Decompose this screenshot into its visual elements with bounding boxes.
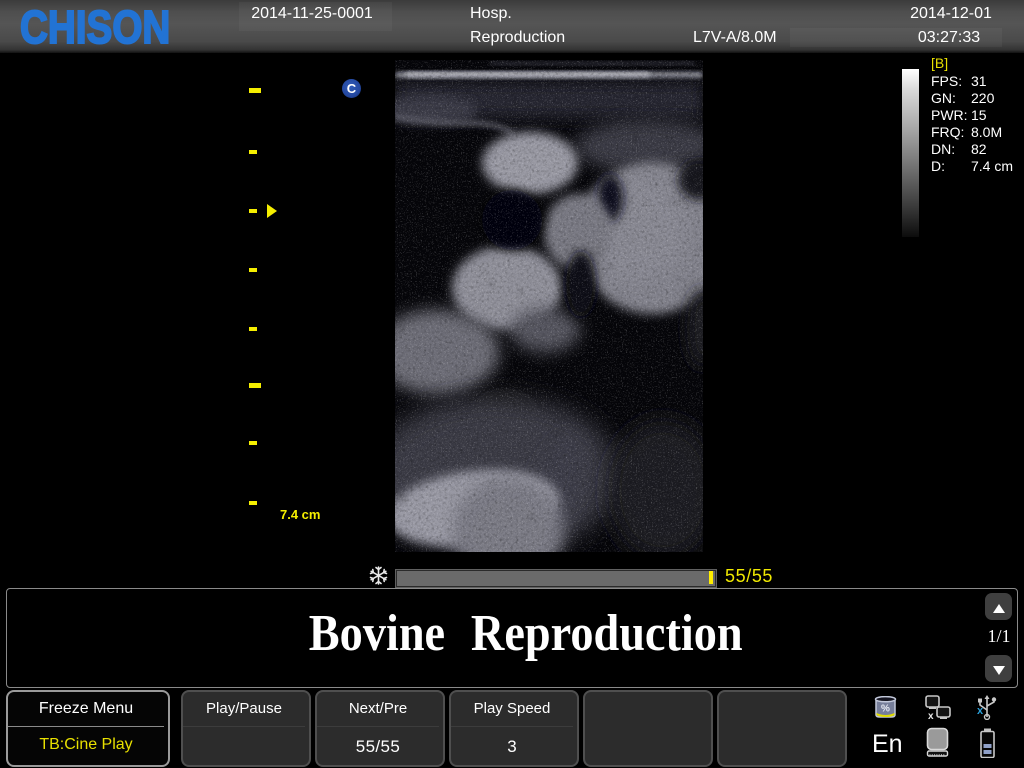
svg-text:x: x xyxy=(977,705,984,717)
svg-text:%: % xyxy=(881,704,890,715)
svg-text:x: x xyxy=(928,711,934,721)
